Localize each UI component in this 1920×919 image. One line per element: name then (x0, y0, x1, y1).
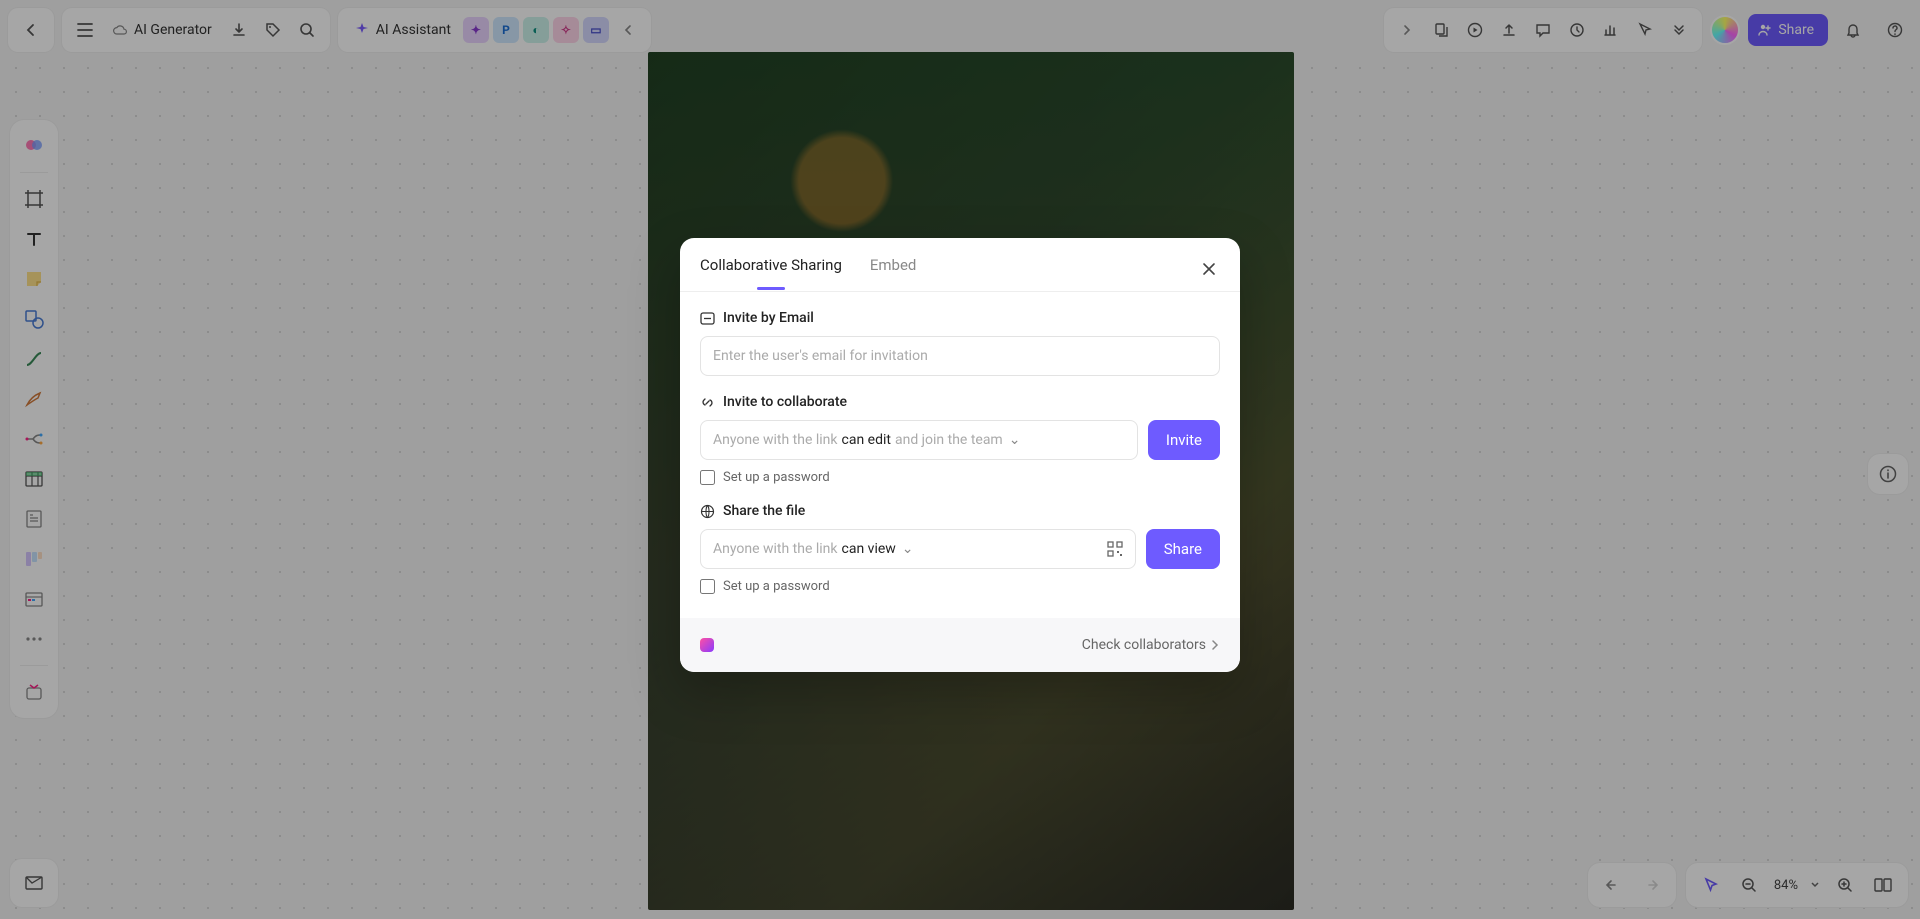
invite-link-permission-selector[interactable]: Anyone with the link can edit and join t… (700, 420, 1138, 460)
section-invite-email: Invite by Email (700, 310, 1220, 376)
invite-password-toggle[interactable]: Set up a password (700, 470, 1220, 485)
brand-icon (700, 638, 714, 652)
section-invite-collaborate: Invite to collaborate Anyone with the li… (700, 394, 1220, 485)
share-password-label: Set up a password (723, 579, 830, 594)
tab-embed[interactable]: Embed (870, 241, 917, 289)
chevron-down-icon: ⌄ (902, 541, 914, 557)
modal-footer: Check collaborators (680, 618, 1240, 672)
check-collaborators-label: Check collaborators (1082, 637, 1206, 653)
invite-email-input[interactable] (700, 336, 1220, 376)
share-file-button[interactable]: Share (1146, 529, 1220, 569)
close-icon (1202, 262, 1216, 276)
invite-password-checkbox[interactable] (700, 470, 715, 485)
invite-button[interactable]: Invite (1148, 420, 1220, 460)
share-link-permission-selector[interactable]: Anyone with the link can view ⌄ (700, 529, 1136, 569)
share-link-permission: can view (842, 541, 896, 557)
globe-icon (700, 504, 715, 519)
link-icon (700, 395, 715, 410)
invite-email-title: Invite by Email (723, 310, 814, 326)
chevron-down-icon: ⌄ (1009, 432, 1021, 448)
email-icon (700, 312, 715, 325)
modal-header: Collaborative Sharing Embed (680, 238, 1240, 292)
share-password-checkbox[interactable] (700, 579, 715, 594)
invite-link-prefix: Anyone with the link (713, 432, 838, 448)
share-modal: Collaborative Sharing Embed Invite by Em… (680, 238, 1240, 672)
invite-collaborate-title: Invite to collaborate (723, 394, 847, 410)
qr-code-button[interactable] (1107, 541, 1123, 557)
modal-close-button[interactable] (1192, 252, 1226, 286)
invite-password-label: Set up a password (723, 470, 830, 485)
share-file-title: Share the file (723, 503, 805, 519)
invite-link-permission: can edit (842, 432, 891, 448)
chevron-right-icon (1210, 640, 1220, 650)
section-share-file: Share the file Anyone with the link can … (700, 503, 1220, 594)
check-collaborators-link[interactable]: Check collaborators (1082, 637, 1220, 653)
invite-link-suffix: and join the team (895, 432, 1003, 448)
share-link-prefix: Anyone with the link (713, 541, 838, 557)
tab-collaborative-sharing[interactable]: Collaborative Sharing (700, 241, 842, 289)
share-password-toggle[interactable]: Set up a password (700, 579, 1220, 594)
